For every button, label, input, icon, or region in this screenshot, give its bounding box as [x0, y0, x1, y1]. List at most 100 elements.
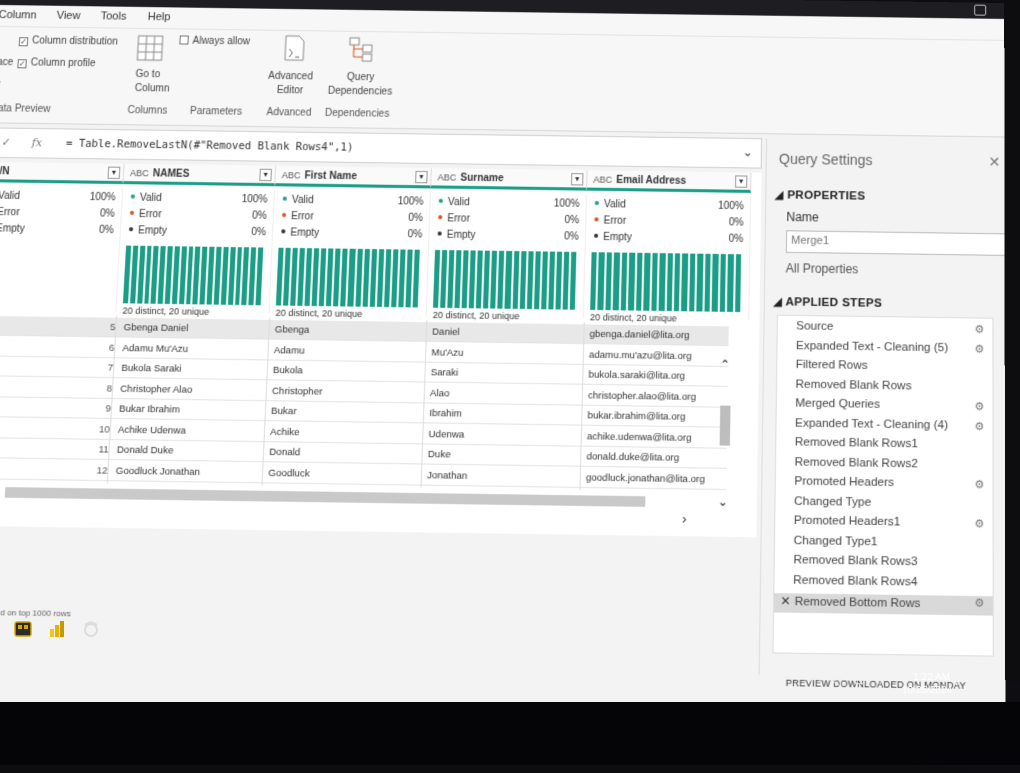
applied-step[interactable]: Promoted Headers⚙ — [776, 475, 993, 497]
chevron-up-icon[interactable]: ⌃ — [720, 357, 731, 372]
clock-time[interactable]: 1:22 AM — [900, 672, 950, 683]
delete-step-icon[interactable]: ✕ — [780, 595, 790, 608]
gear-icon[interactable]: ⚙ — [974, 517, 984, 531]
menu-help[interactable]: Help — [147, 11, 170, 23]
applied-step[interactable]: Expanded Text - Cleaning (5)⚙ — [777, 339, 992, 361]
filter-dropdown-icon[interactable]: ▼ — [571, 173, 583, 185]
text-type-icon[interactable]: ABC — [593, 174, 612, 184]
names-cell[interactable]: Achike Udenwa — [118, 424, 263, 438]
applied-step[interactable]: Removed Blank Rows4 — [774, 573, 992, 595]
surname-cell[interactable]: Ibrahim — [429, 408, 573, 422]
names-cell[interactable]: Bukar Ibrahim — [119, 403, 263, 417]
gear-icon[interactable]: ⚙ — [974, 596, 984, 610]
properties-header[interactable]: ◢ PROPERTIES — [774, 187, 865, 203]
sn-cell[interactable]: 12 — [95, 465, 108, 477]
formula-bar[interactable]: ✓ fx = Table.RemoveLastN(#"Removed Blank… — [0, 127, 762, 168]
applied-step[interactable]: Removed Blank Rows3 — [775, 554, 993, 576]
vertical-scroll-thumb[interactable] — [720, 406, 731, 446]
gear-icon[interactable]: ⚙ — [974, 323, 984, 337]
opera-browser-icon[interactable] — [82, 620, 100, 638]
surname-cell[interactable]: Mu'Azu — [431, 347, 575, 360]
gear-icon[interactable]: ⚙ — [974, 342, 984, 356]
column-header[interactable]: ABCSurname▼ — [431, 168, 587, 191]
applied-step[interactable]: Promoted Headers1⚙ — [775, 514, 992, 536]
surname-cell[interactable]: Udenwa — [428, 428, 572, 442]
surname-cell[interactable]: Jonathan — [427, 469, 572, 483]
email-cell[interactable]: gbenga.daniel@lita.org — [589, 329, 741, 343]
column-header[interactable]: ABCEmail Address▼ — [587, 170, 751, 193]
first-cell[interactable]: Bukar — [271, 405, 415, 419]
first-cell[interactable]: Gbenga — [275, 324, 419, 337]
close-icon[interactable]: ✕ — [989, 154, 1001, 171]
column-header[interactable]: S/N▼ — [0, 162, 125, 184]
value-distribution-chart[interactable] — [123, 246, 263, 306]
applied-steps-header[interactable]: ◢ APPLIED STEPS — [773, 294, 882, 310]
sn-cell[interactable]: 9 — [98, 403, 111, 415]
always-allow-checkbox[interactable]: Always allow — [179, 35, 250, 47]
chevron-down-icon[interactable]: ⌄ — [743, 145, 753, 159]
go-to-column-button[interactable]: Go toColumn — [134, 69, 170, 95]
filter-dropdown-icon[interactable]: ▼ — [735, 175, 747, 187]
first-cell[interactable]: Adamu — [274, 344, 418, 357]
sn-cell[interactable]: 6 — [102, 342, 115, 354]
applied-step[interactable]: Removed Blank Rows1 — [776, 436, 992, 458]
names-cell[interactable]: Adamu Mu'Azu — [122, 342, 266, 355]
first-cell[interactable]: Donald — [269, 446, 414, 460]
sn-cell[interactable]: 11 — [96, 444, 109, 456]
surname-cell[interactable]: Saraki — [431, 367, 575, 381]
names-cell[interactable]: Christopher Alao — [120, 383, 264, 397]
names-cell[interactable]: Goodluck Jonathan — [115, 465, 260, 479]
chevron-up-icon[interactable]: ⌃ — [782, 674, 792, 688]
all-properties-link[interactable]: All Properties — [786, 261, 859, 276]
power-bi-icon[interactable] — [48, 620, 66, 638]
applied-step[interactable]: Expanded Text - Cleaning (4)⚙ — [776, 416, 992, 438]
chevron-down-icon[interactable]: ⌄ — [718, 494, 729, 509]
value-distribution-chart[interactable] — [433, 250, 576, 310]
column-profile-checkbox[interactable]: ✓Column profile — [17, 57, 95, 69]
filter-dropdown-icon[interactable]: ▼ — [108, 167, 121, 179]
horizontal-scroll-thumb[interactable] — [5, 487, 646, 507]
menu-view[interactable]: View — [56, 10, 80, 22]
applied-step[interactable]: Changed Type1 — [775, 534, 993, 556]
gear-icon[interactable]: ⚙ — [974, 419, 984, 433]
advanced-editor-button[interactable]: AdvancedEditor — [267, 71, 313, 97]
battery-icon[interactable]: ▭ — [854, 674, 865, 688]
text-type-icon[interactable]: ABC — [282, 170, 301, 180]
names-cell[interactable]: Gbenga Daniel — [123, 322, 267, 335]
gear-icon[interactable]: ⚙ — [974, 478, 984, 492]
sn-cell[interactable]: 7 — [101, 362, 114, 374]
filter-dropdown-icon[interactable]: ▼ — [259, 169, 272, 181]
filter-dropdown-icon[interactable]: ▼ — [415, 171, 428, 183]
value-distribution-chart[interactable] — [276, 248, 420, 308]
gear-icon[interactable]: ⚙ — [974, 400, 984, 414]
chevron-right-icon[interactable]: › — [682, 511, 687, 527]
sn-cell[interactable]: 10 — [97, 423, 110, 435]
surname-cell[interactable]: Daniel — [432, 326, 575, 339]
surname-cell[interactable]: Alao — [430, 387, 574, 401]
menu-column[interactable]: Column — [0, 9, 37, 21]
taskbar-app-icon[interactable] — [14, 620, 32, 638]
applied-step[interactable]: Merged Queries⚙ — [777, 397, 993, 419]
sn-cell[interactable]: 5 — [103, 322, 116, 334]
vertical-scrollbar[interactable]: ⌃ ⌄ — [716, 357, 735, 504]
first-cell[interactable]: Goodluck — [268, 467, 413, 481]
wifi-icon[interactable]: ◠ — [810, 674, 820, 688]
column-header[interactable]: ABCFirst Name▼ — [275, 166, 432, 189]
restore-window-icon[interactable] — [974, 5, 986, 16]
names-cell[interactable]: Donald Duke — [117, 444, 262, 458]
notification-bell-icon[interactable]: ♪ — [954, 674, 960, 688]
column-distribution-checkbox[interactable]: ✓Column distribution — [19, 35, 119, 47]
text-type-icon[interactable]: ABC — [437, 172, 456, 182]
applied-step[interactable]: Removed Blank Rows2 — [776, 455, 993, 477]
volume-icon[interactable]: ◁ — [832, 674, 841, 688]
query-dependencies-button[interactable]: QueryDependencies — [328, 72, 393, 98]
names-cell[interactable]: Bukola Saraki — [121, 363, 265, 377]
applied-step[interactable]: Removed Blank Rows — [777, 378, 993, 400]
first-cell[interactable]: Achike — [270, 426, 414, 440]
formula-text[interactable]: = Table.RemoveLastN(#"Removed Blank Rows… — [66, 138, 354, 154]
text-type-icon[interactable]: ABC — [130, 168, 149, 178]
applied-step[interactable]: ✕Removed Bottom Rows⚙ — [774, 593, 993, 616]
applied-step[interactable]: Changed Type — [775, 494, 992, 516]
value-distribution-chart[interactable] — [590, 252, 741, 312]
first-cell[interactable]: Christopher — [272, 385, 416, 399]
